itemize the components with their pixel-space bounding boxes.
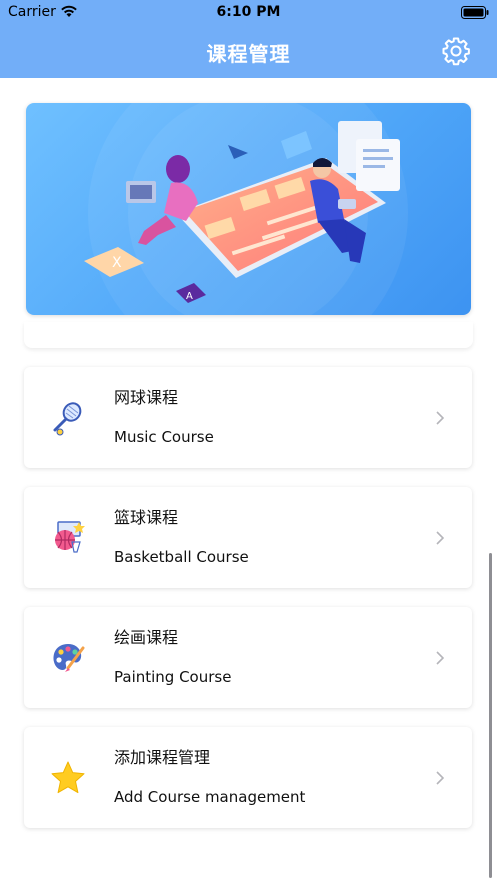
tennis-racket-icon xyxy=(53,402,82,436)
course-card-tennis[interactable]: 网球课程 Music Course xyxy=(24,367,472,468)
vertical-scrollbar[interactable] xyxy=(489,553,492,878)
paint-palette-icon xyxy=(53,644,85,672)
course-subtitle: Music Course xyxy=(114,428,214,446)
course-title: 篮球课程 xyxy=(114,508,179,527)
chevron-right-icon xyxy=(436,531,444,545)
basketball-hoop-icon xyxy=(55,521,85,553)
chevron-right-icon xyxy=(436,651,444,665)
letter-a-tile: A xyxy=(186,291,193,302)
status-bar: Carrier 6:10 PM xyxy=(0,0,497,26)
navigation-bar: 课程管理 xyxy=(0,26,497,78)
course-title: 网球课程 xyxy=(114,388,179,407)
course-card-add[interactable]: 添加课程管理 Add Course management xyxy=(24,727,472,828)
status-time: 6:10 PM xyxy=(216,4,281,20)
course-card-basketball[interactable]: 篮球课程 Basketball Course xyxy=(24,487,472,588)
chevron-right-icon xyxy=(436,411,444,425)
students-studying-illustration: X A xyxy=(84,103,408,315)
page-title: 课程管理 xyxy=(206,42,291,66)
gear-icon[interactable] xyxy=(441,36,471,66)
course-title: 添加课程管理 xyxy=(114,748,211,767)
star-icon xyxy=(51,761,85,794)
banner-image[interactable]: X A xyxy=(26,103,471,315)
banner-card-bottom xyxy=(24,322,473,348)
course-card-painting[interactable]: 绘画课程 Painting Course xyxy=(24,607,472,708)
letter-x-tile: X xyxy=(112,255,122,271)
chevron-right-icon xyxy=(436,771,444,785)
course-subtitle: Add Course management xyxy=(114,788,306,806)
course-subtitle: Basketball Course xyxy=(114,548,249,566)
course-subtitle: Painting Course xyxy=(114,668,232,686)
battery-icon xyxy=(461,6,489,19)
course-title: 绘画课程 xyxy=(114,628,179,647)
